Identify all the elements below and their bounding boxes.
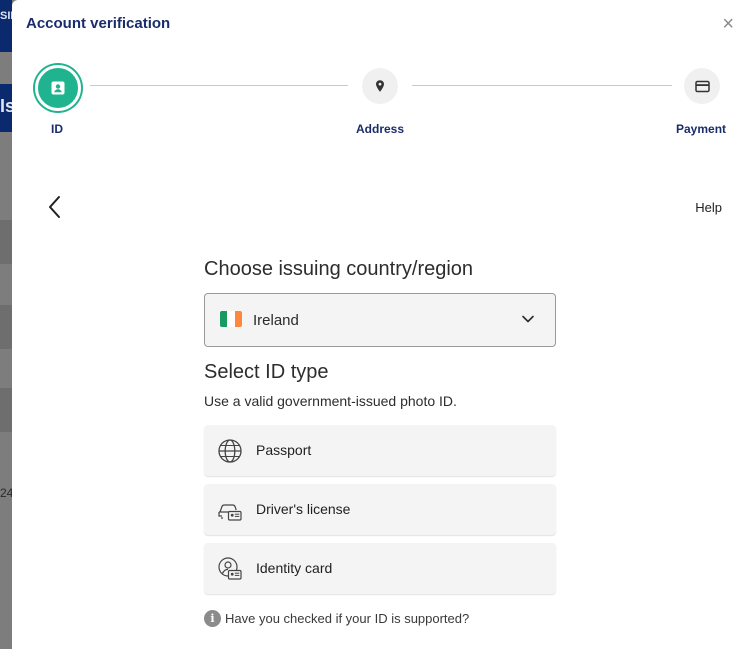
id-type-subtitle: Use a valid government-issued photo ID.	[204, 393, 457, 409]
step-connector	[412, 85, 672, 86]
chevron-down-icon	[522, 315, 534, 323]
backdrop-strip	[0, 388, 12, 432]
step-label-address: Address	[356, 122, 405, 136]
back-arrow-icon[interactable]	[44, 194, 66, 220]
id-option-label: Driver's license	[256, 501, 351, 517]
backdrop-header	[0, 0, 12, 52]
person-card-icon	[218, 557, 242, 580]
id-option-identity-card[interactable]: Identity card	[204, 543, 556, 594]
id-option-passport[interactable]: Passport	[204, 425, 556, 476]
country-value: Ireland	[253, 312, 299, 329]
info-icon: i	[204, 610, 221, 627]
car-license-icon	[218, 504, 242, 521]
step-id[interactable]	[35, 65, 81, 111]
id-option-drivers-license[interactable]: Driver's license	[204, 484, 556, 535]
backdrop-strip	[0, 305, 12, 349]
verification-modal: Account verification × ID Address Paymen…	[12, 0, 750, 649]
modal-title: Account verification	[26, 15, 171, 32]
id-support-link[interactable]: Have you checked if your ID is supported…	[225, 611, 469, 626]
backdrop-strip	[0, 220, 12, 264]
step-payment[interactable]	[684, 68, 720, 104]
country-heading: Choose issuing country/region	[204, 258, 474, 280]
step-address[interactable]	[362, 68, 398, 104]
step-label-payment: Payment	[676, 122, 727, 136]
id-option-label: Passport	[256, 442, 312, 458]
credit-card-icon	[694, 80, 710, 92]
help-link[interactable]: Help	[695, 200, 722, 215]
id-type-heading: Select ID type	[204, 361, 329, 383]
globe-icon	[218, 439, 242, 463]
map-pin-icon	[376, 80, 384, 92]
id-option-label: Identity card	[256, 560, 333, 576]
step-label-id: ID	[51, 122, 63, 136]
id-support-note: i Have you checked if your ID is support…	[204, 610, 469, 627]
ireland-flag-icon	[220, 311, 242, 327]
close-button[interactable]: ×	[722, 14, 734, 34]
id-card-icon	[51, 81, 65, 95]
country-select[interactable]: Ireland	[204, 293, 556, 347]
step-connector	[90, 85, 348, 86]
